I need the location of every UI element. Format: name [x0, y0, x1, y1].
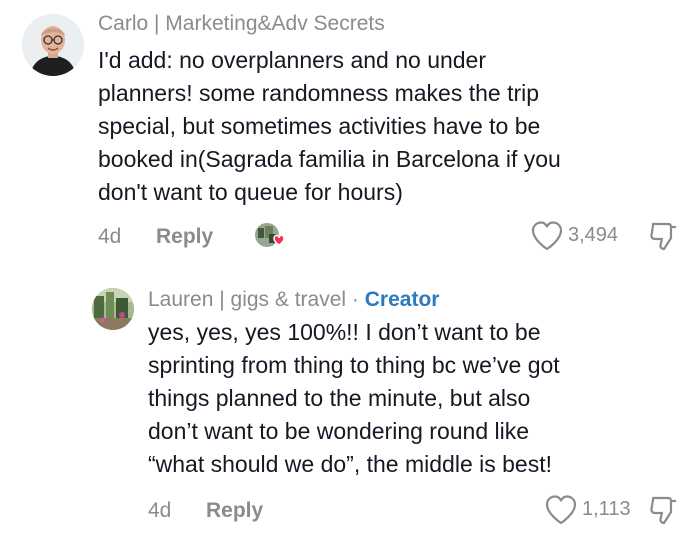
- comment-age: 4d: [98, 225, 122, 248]
- dislike-button[interactable]: [646, 494, 680, 526]
- reply-button[interactable]: Reply: [156, 225, 213, 249]
- thumbs-down-icon: [650, 496, 676, 525]
- creator-liked-indicator: [254, 222, 288, 252]
- comment-line: planners! some randomness makes the trip: [98, 80, 540, 106]
- reply-author-line: Lauren | gigs & travel · Creator: [148, 288, 439, 312]
- garden-photo-avatar: [92, 288, 134, 330]
- comment-line: things planned to the minute, but also: [148, 385, 531, 411]
- creator-badge: Creator: [364, 288, 440, 311]
- person-with-glasses-avatar: [22, 14, 84, 76]
- author-avatar[interactable]: [22, 14, 84, 76]
- comment-text: yes, yes, yes 100%!! I don’t want to be …: [148, 316, 693, 481]
- author-avatar[interactable]: [92, 288, 134, 330]
- comment-text: I'd add: no overplanners and no under pl…: [98, 44, 688, 209]
- thumbs-down-icon: [650, 222, 676, 251]
- comment-line: don't want to queue for hours): [98, 179, 403, 205]
- comment-line: don’t want to be wondering round like: [148, 418, 530, 444]
- like-count: 1,113: [582, 498, 631, 520]
- creator-avatar-heart-icon: [255, 223, 285, 247]
- like-button[interactable]: [530, 220, 564, 252]
- dislike-button[interactable]: [646, 220, 680, 252]
- heart-outline-icon: [545, 495, 577, 525]
- comment-line: I'd add: no overplanners and no under: [98, 47, 487, 73]
- comment-age: 4d: [148, 499, 172, 522]
- comment-line: yes, yes, yes 100%!! I don’t want to be: [148, 319, 541, 345]
- comment-author[interactable]: Carlo | Marketing&Adv Secrets: [98, 12, 385, 36]
- like-button[interactable]: [544, 494, 578, 526]
- comment-line: sprinting from thing to thing bc we’ve g…: [148, 352, 560, 378]
- heart-outline-icon: [531, 221, 563, 251]
- like-count: 3,494: [568, 224, 619, 246]
- comment-line: special, but sometimes activities have t…: [98, 113, 541, 139]
- comment-line: “what should we do”, the middle is best!: [148, 451, 552, 477]
- separator-dot: ·: [351, 288, 359, 311]
- comment-line: booked in(Sagrada familia in Barcelona i…: [98, 146, 561, 172]
- reply-button[interactable]: Reply: [206, 499, 263, 523]
- comment-author[interactable]: Lauren | gigs & travel: [148, 288, 346, 311]
